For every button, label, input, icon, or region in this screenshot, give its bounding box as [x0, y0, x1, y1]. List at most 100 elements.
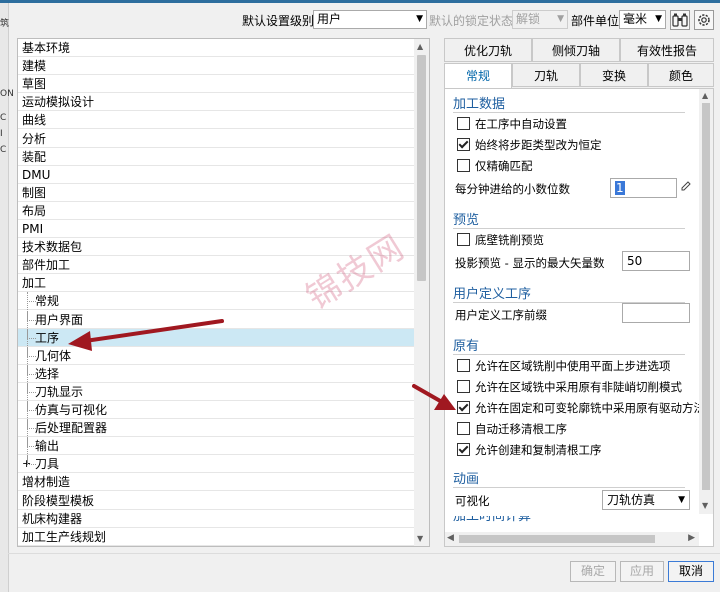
settings-gear-button[interactable] [694, 10, 714, 30]
part-unit-select[interactable]: 毫米 ▼ [619, 10, 666, 29]
checkbox-label: 允许在固定和可变轮廓铣中采用原有驱动方法 [475, 401, 705, 415]
scroll-right-icon[interactable]: ▶ [688, 533, 695, 543]
decimals-input[interactable]: 1 [610, 178, 677, 198]
checkbox-area-nonsteep[interactable]: 允许在区域铣中采用原有非陡峭切削模式 [457, 379, 682, 395]
tree-item-label: 增材制造 [22, 475, 71, 489]
tab-validity-report[interactable]: 有效性报告 [620, 38, 714, 62]
scroll-left-icon[interactable]: ◀ [447, 533, 454, 543]
projection-preview-input[interactable]: 50 [622, 251, 690, 271]
tree-item[interactable]: 加工生产线规划 [18, 528, 414, 546]
checkbox-box[interactable] [457, 117, 470, 130]
tree-item[interactable]: DMU [18, 166, 414, 184]
checkbox-floor-wall-preview[interactable]: 底壁铣削预览 [457, 232, 544, 248]
checkbox-box[interactable] [457, 401, 470, 414]
tree-item[interactable]: 输出 [18, 437, 414, 455]
tree-item[interactable]: + 刀具 [18, 455, 414, 473]
settings-panel: 优化刀轨 侧倾刀轴 有效性报告 常规 刀轨 变换 颜色 加工数据 在工序中自动设… [440, 38, 714, 547]
tree-item[interactable]: 布局 [18, 202, 414, 220]
group-title-machining-time: 加工时间计算 [453, 516, 531, 524]
decimals-label: 每分钟进给的小数位数 [455, 182, 570, 196]
default-level-select[interactable]: 用户 ▼ [313, 10, 427, 29]
tree-item[interactable]: 曲线 [18, 111, 414, 129]
tab-optimize-path[interactable]: 优化刀轨 [444, 38, 532, 62]
tab-tilt-axis[interactable]: 侧倾刀轴 [532, 38, 620, 62]
tree-item[interactable]: 阶段模型模板 [18, 492, 414, 510]
pencil-icon[interactable] [680, 180, 692, 192]
tree-item[interactable]: 选择 [18, 365, 414, 383]
tree-item[interactable]: 装配 [18, 148, 414, 166]
tree-item-label: 基本环境 [22, 41, 71, 55]
checkbox-area-plane-stepover[interactable]: 允许在区域铣削中使用平面上步进选项 [457, 358, 671, 374]
tab-transform[interactable]: 变换 [580, 63, 648, 87]
scroll-down-icon[interactable]: ▼ [417, 534, 423, 543]
tree-item[interactable]: 增材制造 [18, 473, 414, 491]
tree-item-label: 刀具 [35, 457, 60, 471]
category-tree[interactable]: ▲ ▼ 基本环境 建模 草图 运动模拟设计 曲线 分析 装配 DMU 制图 布局 PMI 技术数据包部… [17, 38, 430, 547]
checkbox-auto-migrate[interactable]: 自动迁移清根工序 [457, 421, 567, 437]
tree-item[interactable]: 运动模拟设计 [18, 93, 414, 111]
checkbox-create-copy-cleanup[interactable]: 允许创建和复制清根工序 [457, 442, 602, 458]
group-divider [453, 487, 685, 488]
lock-state-select[interactable]: 解锁 ▼ [512, 10, 568, 29]
tree-item[interactable]: 刀轨显示 [18, 383, 414, 401]
scroll-up-icon[interactable]: ▲ [702, 91, 708, 100]
group-title-user-defined-op: 用户定义工序 [453, 287, 532, 302]
tree-item-label: 曲线 [22, 113, 47, 127]
machining-time-title: 加工时间计算 [453, 516, 532, 524]
tree-item[interactable]: 后处理配置器 [18, 419, 414, 437]
tree-item-label: 布局 [22, 204, 47, 218]
checkbox-box[interactable] [457, 422, 470, 435]
tree-item[interactable]: 制图 [18, 184, 414, 202]
tree-item-label: 阶段模型模板 [22, 494, 95, 508]
part-unit-label: 部件单位 [571, 14, 620, 28]
checkbox-box[interactable] [457, 359, 470, 372]
tree-item[interactable]: 机床构建器 [18, 510, 414, 528]
tree-item[interactable]: 仿真与可视化 [18, 401, 414, 419]
binoculars-icon [672, 13, 688, 27]
tree-item-label: 后处理配置器 [35, 421, 108, 435]
checkbox-box[interactable] [457, 159, 470, 172]
tab-color[interactable]: 颜色 [648, 63, 714, 87]
checkbox-label: 允许创建和复制清根工序 [475, 443, 602, 457]
checkbox-box[interactable] [457, 233, 470, 246]
settings-hscrollbar-thumb[interactable] [459, 535, 655, 543]
settings-scrollbar-thumb[interactable] [702, 103, 710, 490]
tree-item-label: 部件加工 [22, 258, 71, 272]
tree-item-label: 运动模拟设计 [22, 95, 95, 109]
cancel-button[interactable]: 取消 [668, 561, 714, 582]
strip-text-3: C [0, 113, 7, 123]
apply-button[interactable]: 应用 [620, 561, 664, 582]
settings-vertical-scrollbar[interactable]: ▲ ▼ [699, 89, 713, 514]
tree-scrollbar[interactable]: ▲ ▼ [414, 39, 429, 546]
checkbox-box[interactable] [457, 443, 470, 456]
tree-item-label: 加工 [22, 276, 47, 290]
checkbox-fixed-variable-contour[interactable]: 允许在固定和可变轮廓铣中采用原有驱动方法 [457, 400, 705, 416]
checkbox-exact-match[interactable]: 仅精确匹配 [457, 158, 533, 174]
find-binoculars-button[interactable] [670, 10, 690, 30]
tree-item[interactable]: 草图 [18, 75, 414, 93]
gear-icon [698, 14, 710, 26]
tree-item-label: PMI [22, 222, 44, 236]
tree-item-label: 建模 [22, 59, 47, 73]
tree-item-label: 选择 [35, 367, 60, 381]
checkbox-label: 自动迁移清根工序 [475, 422, 567, 436]
tree-item-label: 机床构建器 [22, 512, 83, 526]
tree-scrollbar-thumb[interactable] [417, 55, 426, 281]
ok-button[interactable]: 确定 [570, 561, 616, 582]
tab-general[interactable]: 常规 [444, 63, 512, 89]
settings-horizontal-scrollbar[interactable]: ◀ ▶ [445, 532, 699, 546]
checkbox-step-constant[interactable]: 始终将步距类型改为恒定 [457, 137, 602, 153]
tree-item[interactable]: 建模 [18, 57, 414, 75]
udo-prefix-input[interactable] [622, 303, 690, 323]
tree-item[interactable]: PMI [18, 220, 414, 238]
scroll-up-icon[interactable]: ▲ [417, 42, 423, 51]
chevron-down-icon: ▼ [416, 14, 423, 24]
tree-item[interactable]: 分析 [18, 130, 414, 148]
tree-item[interactable]: 基本环境 [18, 39, 414, 57]
scroll-down-icon[interactable]: ▼ [702, 501, 708, 510]
visualization-select[interactable]: 刀轨仿真 ▼ [602, 490, 690, 510]
checkbox-auto-set[interactable]: 在工序中自动设置 [457, 116, 567, 132]
checkbox-box[interactable] [457, 138, 470, 151]
checkbox-box[interactable] [457, 380, 470, 393]
tab-toolpath[interactable]: 刀轨 [512, 63, 580, 87]
